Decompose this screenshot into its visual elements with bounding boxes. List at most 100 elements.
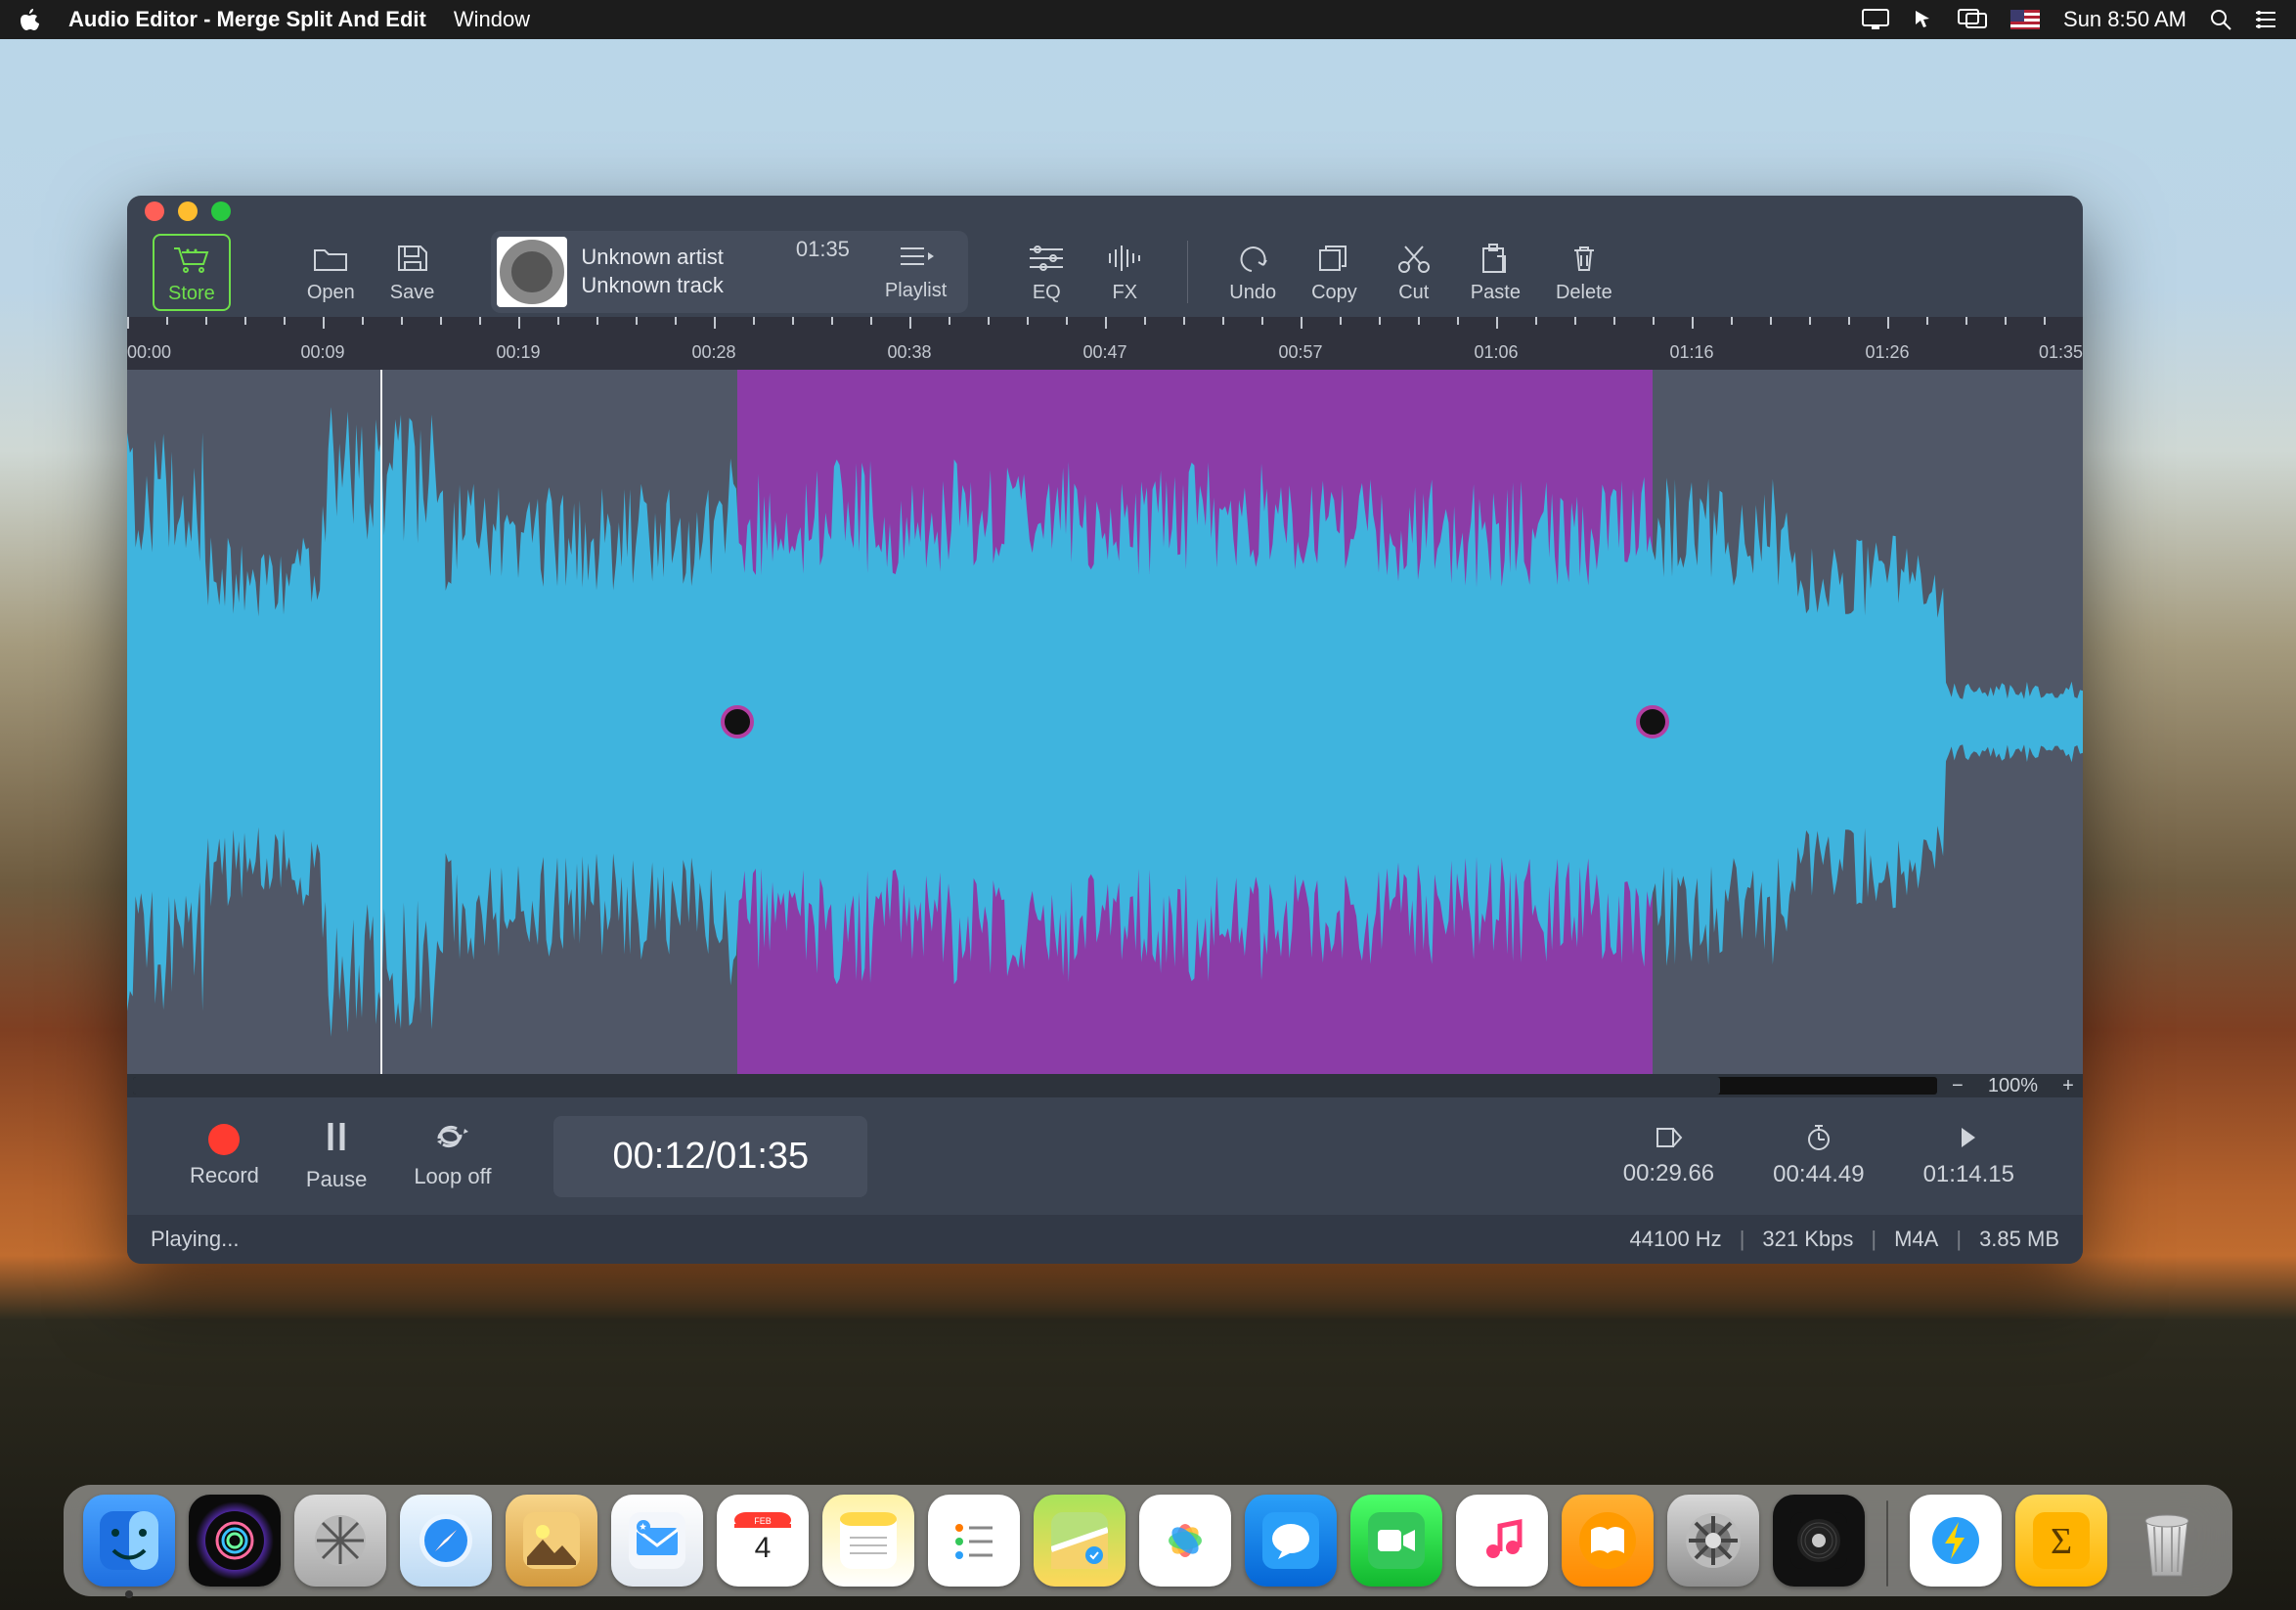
menu-window[interactable]: Window xyxy=(454,7,530,32)
dock-item-siri[interactable] xyxy=(189,1495,281,1587)
airplay-menu-icon[interactable] xyxy=(1958,9,1987,30)
playhead[interactable] xyxy=(380,370,382,1074)
time-display: 00:12/01:35 xyxy=(553,1116,867,1197)
pause-icon xyxy=(322,1120,351,1159)
svg-text:4: 4 xyxy=(755,1532,772,1564)
ruler-label: 00:00 xyxy=(127,342,171,363)
delete-button[interactable]: Delete xyxy=(1538,235,1630,310)
zoom-value: 100% xyxy=(1972,1075,2053,1097)
store-label: Store xyxy=(168,283,215,305)
record-icon xyxy=(208,1124,240,1155)
pause-button[interactable]: Pause xyxy=(283,1120,390,1192)
ruler-label: 01:06 xyxy=(1474,342,1518,363)
waveform-area[interactable] xyxy=(127,370,2083,1074)
ruler-label: 00:09 xyxy=(300,342,344,363)
dock-item-mail[interactable] xyxy=(611,1495,703,1587)
close-button[interactable] xyxy=(145,201,164,221)
undo-button[interactable]: Undo xyxy=(1212,235,1294,310)
open-label: Open xyxy=(307,282,355,304)
status-bar: Playing... 44100 Hz| 321 Kbps| M4A| 3.85… xyxy=(127,1215,2083,1264)
playlist-button[interactable]: Playlist xyxy=(873,243,958,302)
track-artwork xyxy=(497,237,567,307)
menu-app-title[interactable]: Audio Editor - Merge Split And Edit xyxy=(68,7,426,32)
loop-button[interactable]: Loop off xyxy=(390,1123,514,1189)
remaining-marker[interactable]: 01:14.15 xyxy=(1894,1124,2044,1188)
cart-icon xyxy=(170,242,213,277)
dock-item-launchpad[interactable] xyxy=(294,1495,386,1587)
dock-item-sigma[interactable]: Σ xyxy=(2015,1495,2107,1587)
dock-divider xyxy=(1886,1500,1888,1587)
app-window: Store Open Save Unknown artist Unknown t… xyxy=(127,196,2083,1264)
playlist-icon xyxy=(899,243,934,276)
record-button[interactable]: Record xyxy=(166,1124,283,1188)
dock-item-trash[interactable] xyxy=(2121,1495,2213,1587)
zoom-out-button[interactable]: − xyxy=(1943,1075,1972,1097)
dock-item-photos[interactable] xyxy=(506,1495,597,1587)
trash-icon xyxy=(1563,241,1606,276)
ruler-label: 00:47 xyxy=(1082,342,1126,363)
transport-bar: Record Pause Loop off 00:12/01:35 00:29.… xyxy=(127,1097,2083,1215)
zoom-in-button[interactable]: + xyxy=(2053,1075,2083,1097)
store-button[interactable]: Store xyxy=(153,234,231,311)
dock-item-facetime[interactable] xyxy=(1350,1495,1442,1587)
save-button[interactable]: Save xyxy=(373,235,453,310)
ruler-label: 00:19 xyxy=(496,342,540,363)
ruler-label: 00:28 xyxy=(691,342,735,363)
dock-item-bolt[interactable] xyxy=(1910,1495,2002,1587)
dock-item-music[interactable] xyxy=(1456,1495,1548,1587)
display-menu-icon[interactable] xyxy=(1862,9,1889,30)
dock-item-vinyl[interactable] xyxy=(1773,1495,1865,1587)
dock-item-finder[interactable] xyxy=(83,1495,175,1587)
fx-button[interactable]: FX xyxy=(1085,235,1164,310)
ruler-label: 01:26 xyxy=(1865,342,1909,363)
selection-start-marker[interactable]: 00:29.66 xyxy=(1594,1125,1744,1187)
zoom-button[interactable] xyxy=(211,201,231,221)
timeline-ruler[interactable]: 00:0000:0900:1900:2800:3800:4700:5701:06… xyxy=(127,317,2083,370)
svg-text:FEB: FEB xyxy=(754,1516,772,1526)
cut-button[interactable]: Cut xyxy=(1375,235,1453,310)
flag-menu-icon[interactable] xyxy=(2010,10,2040,29)
save-icon xyxy=(391,241,434,276)
selection-end-marker[interactable]: 00:44.49 xyxy=(1744,1124,1893,1188)
zoom-bar: − 100% + xyxy=(127,1074,2083,1097)
dock-item-books[interactable] xyxy=(1562,1495,1654,1587)
minimize-button[interactable] xyxy=(178,201,198,221)
open-button[interactable]: Open xyxy=(289,235,373,310)
toolbar-divider xyxy=(1187,241,1188,303)
cursor-menu-icon[interactable] xyxy=(1913,9,1934,30)
dock-item-maps[interactable] xyxy=(1034,1495,1126,1587)
dock-item-notes[interactable] xyxy=(822,1495,914,1587)
bitrate: 321 Kbps xyxy=(1762,1227,1853,1252)
ruler-label: 01:35 xyxy=(2039,342,2083,363)
menu-clock[interactable]: Sun 8:50 AM xyxy=(2063,7,2186,32)
track-duration: 01:35 xyxy=(737,237,860,262)
paste-button[interactable]: Paste xyxy=(1453,235,1538,310)
eq-button[interactable]: EQ xyxy=(1007,235,1085,310)
scroll-track[interactable] xyxy=(133,1077,1937,1095)
copy-button[interactable]: Copy xyxy=(1294,235,1375,310)
dock-item-calendar[interactable]: FEB 4 xyxy=(717,1495,809,1587)
paste-icon xyxy=(1474,241,1517,276)
scissors-icon xyxy=(1392,241,1435,276)
selection-handle-start[interactable] xyxy=(721,705,754,738)
sample-rate: 44100 Hz xyxy=(1630,1227,1722,1252)
window-titlebar[interactable] xyxy=(127,196,2083,227)
dock-item-messages[interactable] xyxy=(1245,1495,1337,1587)
dock-item-safari[interactable] xyxy=(400,1495,492,1587)
audio-format: M4A xyxy=(1894,1227,1938,1252)
spotlight-icon[interactable] xyxy=(2210,9,2231,30)
dock-item-settings[interactable] xyxy=(1667,1495,1759,1587)
dock-item-reminders[interactable] xyxy=(928,1495,1020,1587)
toolbar: Store Open Save Unknown artist Unknown t… xyxy=(127,227,2083,317)
track-info-panel: Unknown artist Unknown track 01:35 Playl… xyxy=(491,231,968,313)
apple-menu-icon[interactable] xyxy=(20,8,41,31)
notifications-icon[interactable] xyxy=(2255,10,2276,29)
copy-icon xyxy=(1312,241,1355,276)
track-artist: Unknown artist xyxy=(581,244,724,272)
playback-state: Playing... xyxy=(151,1227,240,1252)
file-size: 3.85 MB xyxy=(1979,1227,2059,1252)
waveform-graphic xyxy=(127,370,2083,1074)
dock-item-photos2[interactable] xyxy=(1139,1495,1231,1587)
selection-handle-end[interactable] xyxy=(1636,705,1669,738)
dock: FEB 4 Σ xyxy=(64,1485,2232,1596)
